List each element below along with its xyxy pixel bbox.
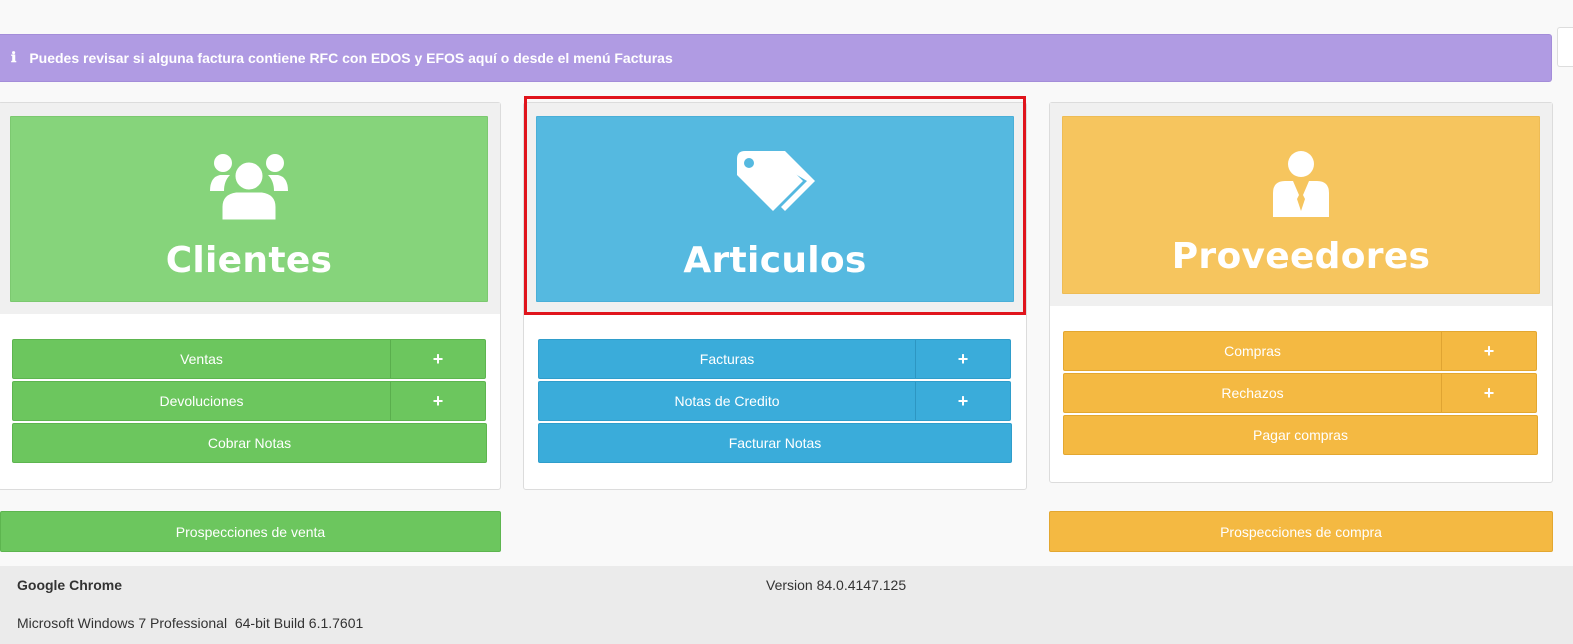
proveedores-title: Proveedores xyxy=(1171,236,1431,277)
devoluciones-button[interactable]: Devoluciones + xyxy=(12,381,486,421)
browser-version: Version 84.0.4147.125 xyxy=(766,577,907,593)
facturar-notas-button[interactable]: Facturar Notas xyxy=(538,423,1012,463)
prospecciones-venta-button[interactable]: Prospecciones de venta xyxy=(0,511,501,552)
businessman-icon xyxy=(1273,151,1329,222)
proveedores-tile[interactable]: Proveedores xyxy=(1062,116,1540,294)
articulos-highlight xyxy=(524,96,1026,315)
scroll-edge xyxy=(1557,27,1573,67)
add-factura-button[interactable]: + xyxy=(915,340,1010,378)
browser-name: Google Chrome xyxy=(17,577,123,593)
add-compra-button[interactable]: + xyxy=(1441,332,1536,370)
os-info: Microsoft Windows 7 Professional 64-bit … xyxy=(17,615,364,631)
edos-efos-alert[interactable]: ℹ Puedes revisar si alguna factura conti… xyxy=(0,34,1552,82)
clientes-title: Clientes xyxy=(165,240,333,281)
facturas-button[interactable]: Facturas + xyxy=(538,339,1011,379)
prospecciones-compra-button[interactable]: Prospecciones de compra xyxy=(1049,511,1553,552)
add-devolucion-button[interactable]: + xyxy=(390,382,485,420)
ventas-label[interactable]: Ventas xyxy=(13,340,390,378)
rechazos-label[interactable]: Rechazos xyxy=(1064,374,1441,412)
rechazos-button[interactable]: Rechazos + xyxy=(1063,373,1537,413)
cobrar-notas-button[interactable]: Cobrar Notas xyxy=(12,423,487,463)
compras-button[interactable]: Compras + xyxy=(1063,331,1537,371)
system-info-footer: Google Chrome Version 84.0.4147.125 Micr… xyxy=(0,566,1573,644)
alert-text: Puedes revisar si alguna factura contien… xyxy=(29,50,673,66)
devoluciones-label[interactable]: Devoluciones xyxy=(13,382,390,420)
add-rechazo-button[interactable]: + xyxy=(1441,374,1536,412)
pagar-compras-button[interactable]: Pagar compras xyxy=(1063,415,1538,455)
ventas-button[interactable]: Ventas + xyxy=(12,339,486,379)
facturas-label[interactable]: Facturas xyxy=(539,340,915,378)
users-icon xyxy=(210,149,288,226)
notas-credito-label[interactable]: Notas de Credito xyxy=(539,382,915,420)
add-venta-button[interactable]: + xyxy=(390,340,485,378)
info-icon: ℹ xyxy=(11,50,17,66)
clientes-tile[interactable]: Clientes xyxy=(10,116,488,302)
notas-credito-button[interactable]: Notas de Credito + xyxy=(538,381,1011,421)
compras-label[interactable]: Compras xyxy=(1064,332,1441,370)
add-nota-credito-button[interactable]: + xyxy=(915,382,1010,420)
